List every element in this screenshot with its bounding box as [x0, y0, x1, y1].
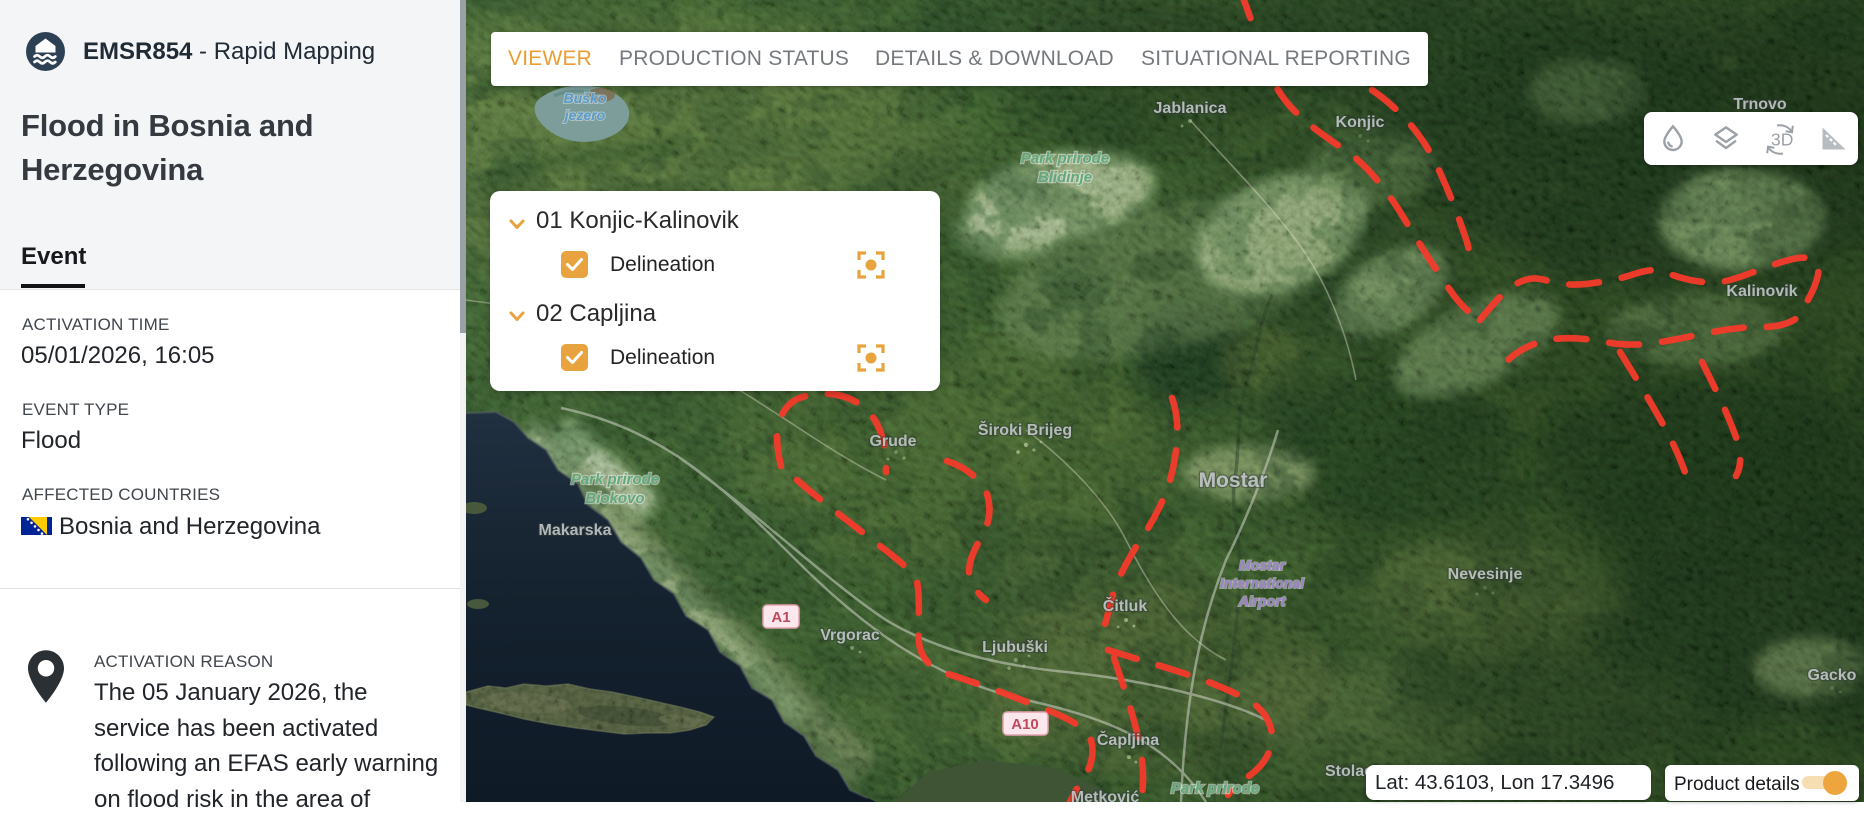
svg-text:Čapljina: Čapljina: [1097, 730, 1159, 749]
svg-text:International: International: [1220, 575, 1305, 591]
svg-text:Trnovo: Trnovo: [1733, 96, 1787, 113]
svg-text:Blidinje: Blidinje: [1038, 169, 1092, 186]
svg-text:Grude: Grude: [869, 433, 916, 450]
svg-text:Jablanica: Jablanica: [1154, 100, 1227, 117]
svg-text:A1: A1: [771, 609, 790, 626]
svg-text:Makarska: Makarska: [539, 522, 612, 539]
svg-text:Konjic: Konjic: [1336, 114, 1385, 131]
svg-text:Park prirode: Park prirode: [1021, 150, 1109, 167]
svg-text:Čitluk: Čitluk: [1103, 596, 1148, 615]
svg-text:Vrgorac: Vrgorac: [820, 627, 880, 644]
svg-text:Biokovo: Biokovo: [585, 490, 644, 507]
svg-text:jezero: jezero: [563, 107, 606, 123]
svg-text:Metković: Metković: [1071, 789, 1140, 802]
svg-text:A10: A10: [1011, 716, 1039, 733]
svg-text:Mostar: Mostar: [1239, 557, 1286, 573]
svg-text:Kalinovik: Kalinovik: [1726, 283, 1797, 300]
svg-text:Buško: Buško: [564, 90, 607, 106]
svg-text:Široki Brijeg: Široki Brijeg: [978, 420, 1072, 439]
svg-text:Airport: Airport: [1238, 593, 1287, 609]
svg-text:Gacko: Gacko: [1808, 667, 1857, 684]
svg-text:Park prirode: Park prirode: [1171, 780, 1259, 797]
svg-text:Mostar: Mostar: [1199, 469, 1268, 492]
svg-text:Park prirode: Park prirode: [571, 471, 659, 488]
svg-text:Nevesinje: Nevesinje: [1448, 566, 1523, 583]
svg-text:Ljubuški: Ljubuški: [982, 639, 1048, 656]
